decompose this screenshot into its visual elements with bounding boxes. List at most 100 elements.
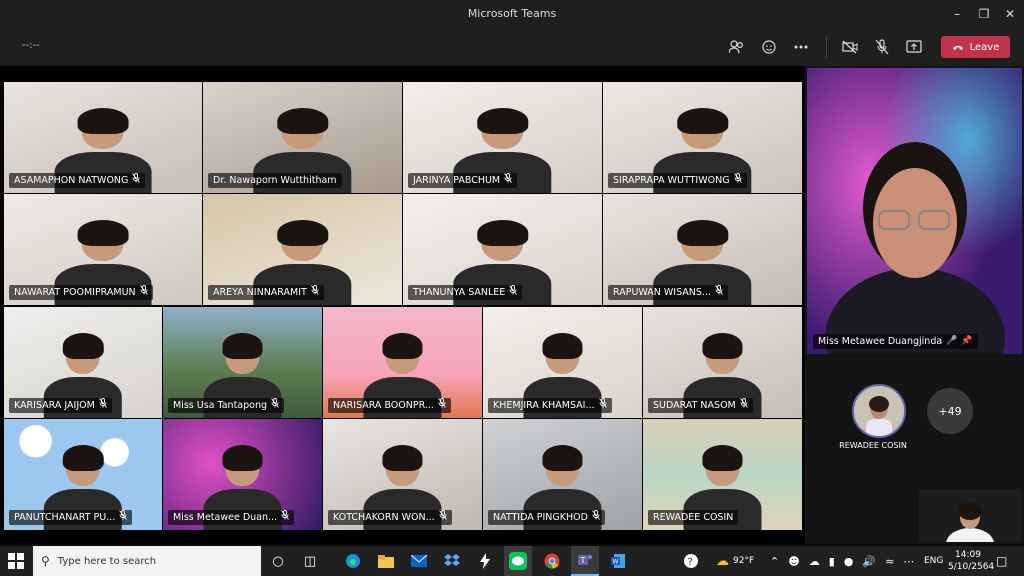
people-icon[interactable]: ☻: [788, 555, 799, 568]
video-tile[interactable]: JARINYA PABCHUM: [403, 82, 602, 193]
dropbox-icon[interactable]: [438, 546, 466, 576]
svg-text:W: W: [613, 559, 619, 566]
video-tile[interactable]: Miss Usa Tantapong: [163, 307, 322, 418]
meeting-timer: --:--: [22, 40, 40, 51]
mic-muted-icon: [281, 509, 289, 526]
network-icon[interactable]: ⋯: [903, 555, 914, 568]
video-tile[interactable]: Dr. Nawaporn Wutthitham: [203, 82, 402, 193]
tray-chevron-icon[interactable]: ⌃: [770, 555, 779, 568]
video-tile[interactable]: AREYA NINNARAMIT: [203, 194, 402, 305]
teams-icon[interactable]: T: [571, 546, 599, 576]
participant-name-chip: KARISARA JAIJOM: [9, 397, 112, 413]
video-tile[interactable]: SIRAPRAPA WUTTIWONG: [603, 82, 802, 193]
active-speaker-tile[interactable]: Miss Metawee Duangjinda 🎤 📌: [807, 68, 1022, 354]
weather-icon: ☁: [716, 553, 729, 569]
file-explorer-icon[interactable]: [372, 546, 400, 576]
participant-name: KOTCHAKORN WON...: [333, 512, 435, 523]
help-icon[interactable]: ?: [677, 546, 705, 576]
participant-name: KHEMJIRA KHAMSAI...: [493, 400, 595, 411]
volume-icon[interactable]: 🔊: [862, 555, 876, 568]
speaker-name: Miss Metawee Duangjinda: [818, 336, 943, 347]
more-actions-icon[interactable]: [789, 36, 813, 58]
share-screen-icon[interactable]: [902, 36, 926, 58]
mic-muted-icon: [509, 284, 518, 301]
video-tile[interactable]: THANUNYA SANLEE: [403, 194, 602, 305]
weather-widget[interactable]: ☁ 92°F: [716, 546, 754, 576]
leave-button[interactable]: Leave: [941, 36, 1010, 58]
participant-name: RAPUWAN WISANS...: [613, 287, 711, 298]
chrome-icon[interactable]: [538, 546, 566, 576]
notifications-icon[interactable]: □: [996, 546, 1007, 576]
restore-icon[interactable]: ❐: [974, 4, 994, 24]
mic-muted-icon: [598, 397, 607, 414]
windows-start-icon[interactable]: [8, 553, 24, 569]
video-tile[interactable]: NAWARAT POOMIPRAMUN: [4, 194, 202, 305]
mail-icon[interactable]: [405, 546, 433, 576]
participant-name-chip: SIRAPRAPA WUTTIWONG: [608, 172, 747, 188]
participants-icon[interactable]: [725, 36, 749, 58]
mic-muted-icon: [592, 509, 600, 526]
video-tile[interactable]: NARISARA BOONPR...: [323, 307, 482, 418]
participant-name: SUDARAT NASOM: [653, 400, 736, 411]
title-bar: Microsoft Teams – ❐ ✕: [0, 0, 1024, 28]
avatar: [852, 384, 906, 438]
mic-muted-icon: [739, 397, 748, 414]
more-participants-button[interactable]: +49: [927, 388, 973, 434]
line-icon[interactable]: [504, 546, 532, 576]
video-tile[interactable]: KHEMJIRA KHAMSAI...: [483, 307, 642, 418]
self-view-tile[interactable]: [919, 489, 1021, 542]
system-tray-icons: ⌃ ☻ ☁ ▮ ● 🔊 ≈ ⋯: [770, 546, 914, 576]
cortana-icon[interactable]: ○: [264, 546, 292, 576]
video-tile[interactable]: KOTCHAKORN WON...: [323, 419, 482, 530]
wifi-icon[interactable]: ≈: [885, 555, 894, 568]
close-icon[interactable]: ✕: [1000, 4, 1020, 24]
input-language[interactable]: ENG: [924, 546, 943, 576]
participant-name-chip: NAWARAT POOMIPRAMUN: [9, 284, 153, 301]
search-icon: ⚲: [41, 554, 50, 568]
minimize-icon[interactable]: –: [947, 4, 967, 24]
participant-name-chip: Miss Metawee Duan...: [168, 509, 295, 526]
reactions-icon[interactable]: [757, 36, 781, 58]
app-icon[interactable]: [471, 546, 499, 576]
meeting-toolbar: --:-- Leave: [0, 28, 1024, 66]
video-tile[interactable]: Miss Metawee Duan...: [163, 419, 322, 530]
windows-taskbar: ⚲ Type here to search ○ ◫ T W ? ☁ 92°F ⌃…: [0, 546, 1024, 576]
participant-avatar-card[interactable]: REWADEE COSIN: [839, 384, 909, 452]
svg-text:T: T: [580, 556, 586, 565]
video-tile[interactable]: ASAMAPHON NATWONG: [4, 82, 202, 193]
search-placeholder: Type here to search: [57, 555, 157, 567]
battery-icon[interactable]: ▮: [829, 555, 835, 568]
participant-name-chip: NATTIDA PINGKHOD: [488, 509, 605, 526]
video-tile[interactable]: SUDARAT NASOM: [643, 307, 802, 418]
mic-off-icon[interactable]: [870, 36, 894, 58]
participant-name: NAWARAT POOMIPRAMUN: [14, 287, 136, 298]
pin-icon: 📌: [961, 336, 973, 346]
camera-off-icon[interactable]: [838, 36, 862, 58]
video-tile[interactable]: NATTIDA PINGKHOD: [483, 419, 642, 530]
participant-name: PANUTCHANART PU...: [14, 512, 116, 523]
video-tile[interactable]: KARISARA JAIJOM: [4, 307, 162, 418]
participant-name-chip: PANUTCHANART PU...: [9, 509, 133, 526]
mic-muted-icon: [119, 509, 128, 526]
participant-name: SIRAPRAPA WUTTIWONG: [613, 175, 730, 186]
taskbar-search-box[interactable]: ⚲ Type here to search: [33, 546, 261, 576]
video-tile[interactable]: RAPUWAN WISANS...: [603, 194, 802, 305]
onedrive-icon[interactable]: ☁: [809, 555, 820, 568]
clock[interactable]: 14:09 5/10/2564: [948, 549, 994, 573]
participant-name-chip: NARISARA BOONPR...: [328, 397, 451, 413]
participant-name-chip: JARINYA PABCHUM: [408, 172, 518, 188]
leave-label: Leave: [969, 41, 1000, 53]
microphone-tray-icon[interactable]: ●: [844, 555, 854, 568]
video-tile[interactable]: REWADEE COSIN: [643, 419, 802, 530]
edge-icon[interactable]: [339, 546, 367, 576]
participant-name-chip: Miss Usa Tantapong: [168, 397, 285, 413]
participant-name-chip: SUDARAT NASOM: [648, 397, 753, 414]
video-tile[interactable]: PANUTCHANART PU...: [4, 419, 162, 530]
mic-muted-icon: [438, 509, 447, 526]
participant-name: REWADEE COSIN: [653, 512, 734, 523]
participant-name: AREYA NINNARAMIT: [213, 287, 307, 298]
mic-muted-icon: [139, 284, 148, 301]
svg-text:?: ?: [688, 557, 693, 568]
word-icon[interactable]: W: [604, 546, 632, 576]
task-view-icon[interactable]: ◫: [296, 546, 324, 576]
